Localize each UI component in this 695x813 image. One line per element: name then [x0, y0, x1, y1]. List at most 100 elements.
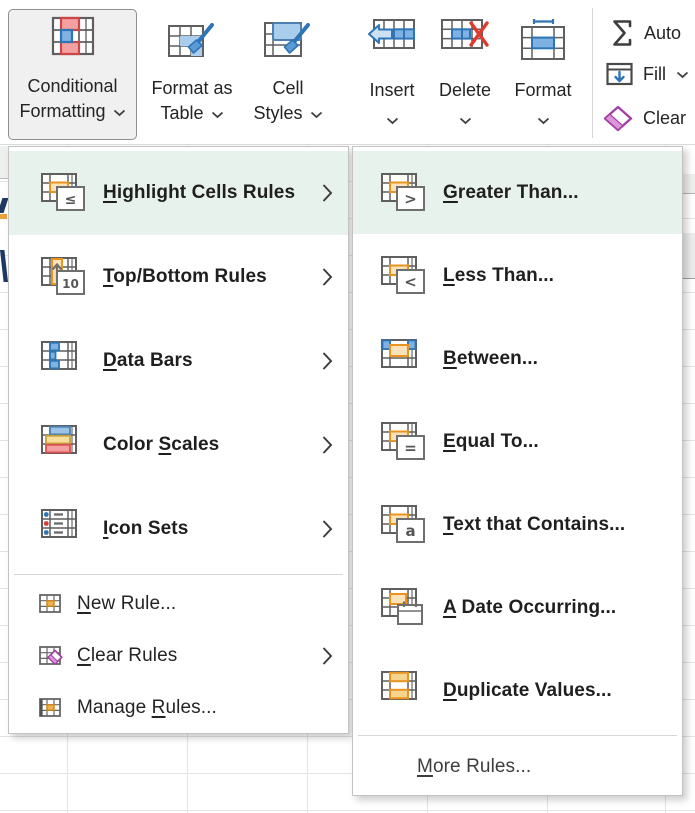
submenu-item-a-date-occurring[interactable]: A Date Occurring... — [353, 566, 682, 649]
eraser-icon — [603, 105, 633, 132]
submenu-arrow-icon — [322, 520, 333, 539]
submenu-arrow-icon — [322, 436, 333, 455]
manage-rules-icon — [39, 697, 63, 719]
submenu-arrow-icon — [322, 352, 333, 371]
submenu-arrow-icon — [322, 268, 333, 287]
ribbon: ConditionalFormatting Format asTable Cel… — [0, 0, 695, 145]
ribbon-button-cell-styles[interactable]: CellStyles — [250, 12, 326, 126]
chevron-down-icon — [676, 71, 689, 79]
ribbon-button-insert[interactable]: Insert — [360, 14, 424, 132]
menu-item-label: Icon Sets — [103, 518, 188, 540]
sigma-icon — [610, 18, 634, 48]
svg-text:>: > — [404, 190, 417, 208]
menu-item-highlight-cells-rules[interactable]: ≤ Highlight Cells Rules — [9, 151, 348, 235]
menu-item-color-scales[interactable]: Color Scales — [9, 403, 348, 487]
ribbon-button-format-as-table[interactable]: Format asTable — [140, 12, 244, 126]
highlight-cells-rules-submenu: > Greater Than... < Less Than... Between..… — [352, 146, 683, 796]
sheet-gridline-row — [0, 810, 695, 811]
svg-text:10: 10 — [62, 277, 79, 291]
menu-item-label: Greater Than... — [443, 182, 579, 204]
equal-to-icon: = — [381, 422, 427, 462]
menu-item-new-rule[interactable]: New Rule... — [9, 578, 348, 630]
ribbon-button-format[interactable]: Format — [504, 14, 582, 132]
ribbon-button-label: Formatting — [19, 101, 105, 121]
sheet-right-content-fragment — [683, 233, 695, 279]
ribbon-button-label: Clear — [643, 108, 686, 129]
chevron-down-icon — [537, 107, 550, 132]
menu-item-label: Data Bars — [103, 350, 193, 372]
submenu-item-more-rules[interactable]: More Rules... — [353, 739, 682, 795]
ribbon-button-label: Cell — [272, 76, 303, 101]
menu-item-data-bars[interactable]: Data Bars — [9, 319, 348, 403]
conditional-formatting-menu: ≤ Highlight Cells Rules 10 Top/Bottom Rule… — [8, 146, 349, 734]
data-bars-icon — [41, 341, 87, 381]
menu-item-label: Clear Rules — [77, 645, 177, 667]
delete-icon — [440, 14, 490, 78]
ribbon-button-label: Fill — [643, 64, 666, 85]
date-occurring-icon — [381, 588, 427, 628]
ribbon-button-conditional-formatting[interactable]: ConditionalFormatting — [8, 9, 137, 140]
menu-item-label: Text that Contains... — [443, 514, 625, 536]
text-contains-icon: a — [381, 505, 427, 545]
ribbon-group-divider — [592, 8, 593, 138]
chevron-down-icon — [310, 101, 323, 126]
sheet-content-fragment — [0, 214, 7, 219]
submenu-item-greater-than[interactable]: > Greater Than... — [353, 151, 682, 234]
sheet-left-header-fragment — [0, 146, 8, 179]
highlight-cells-rules-icon: ≤ — [41, 173, 87, 213]
menu-item-label: Color Scales — [103, 434, 219, 456]
svg-text:<: < — [404, 273, 417, 291]
sheet-right-header-fragment — [683, 174, 695, 194]
menu-item-label: Between... — [443, 348, 538, 370]
insert-icon — [367, 14, 417, 78]
ribbon-button-label: Insert — [369, 78, 414, 103]
clear-rules-icon — [39, 645, 63, 667]
svg-text:=: = — [404, 439, 417, 457]
fill-icon — [606, 62, 633, 87]
menu-separator — [358, 735, 677, 736]
menu-item-label: Less Than... — [443, 265, 554, 287]
ribbon-button-delete[interactable]: Delete — [430, 14, 500, 132]
menu-item-label: Top/Bottom Rules — [103, 266, 267, 288]
submenu-item-less-than[interactable]: < Less Than... — [353, 234, 682, 317]
svg-text:≤: ≤ — [65, 192, 77, 208]
menu-item-label: Duplicate Values... — [443, 680, 612, 702]
submenu-item-duplicate-values[interactable]: Duplicate Values... — [353, 649, 682, 732]
ribbon-button-fill[interactable]: Fill — [606, 62, 689, 87]
between-icon — [381, 339, 427, 379]
menu-item-label: New Rule... — [77, 593, 176, 615]
submenu-arrow-icon — [322, 647, 333, 666]
ribbon-button-label: Table — [160, 103, 203, 123]
menu-item-icon-sets[interactable]: Icon Sets — [9, 487, 348, 571]
ribbon-button-autosum[interactable]: Auto — [610, 18, 681, 48]
color-scales-icon — [41, 425, 87, 465]
top-bottom-rules-icon: 10 — [41, 257, 87, 297]
less-than-icon: < — [381, 256, 427, 296]
menu-separator — [14, 574, 343, 575]
new-rule-icon — [39, 593, 63, 615]
menu-item-label: A Date Occurring... — [443, 597, 616, 619]
submenu-item-text-that-contains[interactable]: a Text that Contains... — [353, 483, 682, 566]
ribbon-button-clear[interactable]: Clear — [603, 105, 686, 132]
menu-item-label: Equal To... — [443, 431, 539, 453]
ribbon-button-label: Delete — [439, 78, 491, 103]
menu-item-label: More Rules... — [417, 756, 531, 778]
menu-item-clear-rules[interactable]: Clear Rules — [9, 630, 348, 682]
conditional-formatting-icon — [48, 10, 98, 74]
menu-item-top-bottom-rules[interactable]: 10 Top/Bottom Rules — [9, 235, 348, 319]
menu-item-label: Manage Rules... — [77, 697, 217, 719]
menu-item-manage-rules[interactable]: Manage Rules... — [9, 682, 348, 734]
chevron-down-icon — [211, 101, 224, 126]
submenu-item-between[interactable]: Between... — [353, 317, 682, 400]
format-as-table-icon — [167, 12, 217, 76]
ribbon-button-label: Auto — [644, 23, 681, 44]
chevron-down-icon — [459, 107, 472, 132]
submenu-item-equal-to[interactable]: = Equal To... — [353, 400, 682, 483]
chevron-down-icon — [386, 107, 399, 132]
duplicate-values-icon — [381, 671, 427, 711]
greater-than-icon: > — [381, 173, 427, 213]
menu-item-label: Highlight Cells Rules — [103, 182, 295, 204]
ribbon-button-label: Format — [514, 78, 571, 103]
chevron-down-icon — [113, 99, 126, 124]
ribbon-button-label: Conditional — [27, 74, 117, 99]
